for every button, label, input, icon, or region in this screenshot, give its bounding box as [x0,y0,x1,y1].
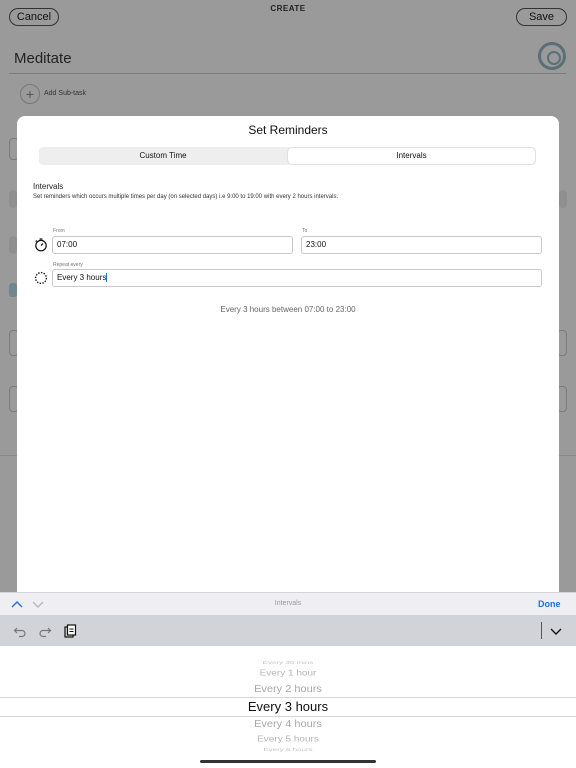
repeat-every-label: Repeat every [53,262,83,268]
to-label: To [302,228,308,234]
redo-icon[interactable] [38,624,52,638]
background-field [9,190,17,208]
add-subtask-label[interactable]: Add Sub-task [44,90,86,97]
picker-option[interactable]: Every 30 mins [0,660,576,665]
input-accessory-bar: Intervals Done [0,592,576,615]
picker-option[interactable]: Every 2 hours [0,683,576,694]
tab-custom-time[interactable]: Custom Time [39,148,287,164]
from-label: From [53,228,65,234]
top-bar: CREATE Cancel Save [0,0,576,36]
page-title: CREATE [270,4,306,13]
picker-option[interactable]: Every 5 hours [0,735,576,744]
task-icon[interactable] [538,42,566,70]
tab-intervals[interactable]: Intervals [288,148,535,164]
done-button[interactable]: Done [538,599,561,609]
task-name-field[interactable]: Meditate [14,50,72,67]
home-indicator [200,760,376,763]
background-field [559,190,567,208]
interval-summary: Every 3 hours between 07:00 to 23:00 [220,305,356,314]
from-time-input[interactable]: 07:00 [52,236,293,254]
section-title: Intervals [33,182,64,191]
keyboard-toolbar [0,615,576,646]
dismiss-keyboard-chevron-icon[interactable] [549,624,563,638]
repeat-every-value: Every 3 hours [57,273,107,282]
repeat-dashed-circle-icon [34,271,48,285]
picker-option[interactable]: Every 6 hours [0,747,576,752]
accessory-title: Intervals [274,600,302,607]
cancel-button[interactable]: Cancel [9,8,59,26]
background-accent-bar [9,283,17,297]
reminder-type-segmented-control: Custom Time Intervals [39,147,536,165]
toolbar-separator [541,622,542,639]
section-description: Set reminders which occurs multiple time… [33,194,339,200]
undo-icon[interactable] [13,624,27,638]
picker-option[interactable]: Every 1 hour [0,669,576,678]
clipboard-icon[interactable] [63,624,77,638]
picker-option-selected[interactable]: Every 3 hours [0,699,576,714]
timer-icon [35,238,47,252]
background-field [9,236,17,254]
to-time-input[interactable]: 23:00 [301,236,542,254]
picker-option[interactable]: Every 4 hours [0,718,576,729]
add-subtask-icon[interactable]: + [20,84,40,104]
task-name-underline [9,73,566,74]
interval-picker[interactable]: Every 30 mins Every 1 hour Every 2 hours… [0,646,576,768]
repeat-every-input[interactable]: Every 3 hours [52,269,542,287]
save-button[interactable]: Save [516,8,567,26]
modal-title: Set Reminders [248,123,328,137]
set-reminders-modal: Set Reminders Custom Time Intervals Inte… [17,116,559,592]
text-caret [106,273,108,283]
